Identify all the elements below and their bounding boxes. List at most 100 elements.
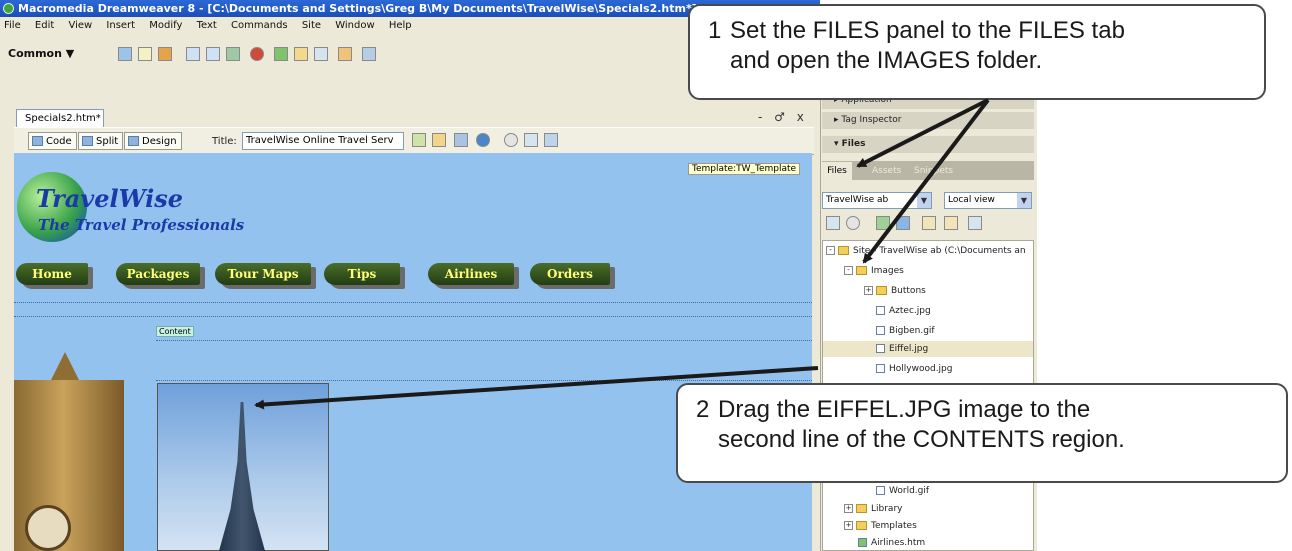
- title-label: Title:: [212, 136, 237, 147]
- nav-airlines-button[interactable]: Airlines: [428, 263, 514, 285]
- hyperlink-icon[interactable]: [118, 47, 132, 61]
- expand-icon[interactable]: +: [844, 521, 853, 530]
- expand-panel-icon[interactable]: [968, 216, 982, 230]
- tree-file-world[interactable]: World.gif: [876, 483, 929, 499]
- tab-snippets[interactable]: Snippets: [914, 162, 953, 180]
- view-options-icon[interactable]: [524, 133, 538, 147]
- preview-icon[interactable]: [432, 133, 446, 147]
- nav-tour-maps-button[interactable]: Tour Maps: [215, 263, 311, 285]
- content-region-tag: Content: [156, 326, 194, 337]
- layout-guide-line: [156, 380, 812, 381]
- tree-file-aztec[interactable]: Aztec.jpg: [876, 303, 931, 319]
- menu-insert[interactable]: Insert: [106, 20, 135, 31]
- site-tagline: The Travel Professionals: [38, 216, 245, 234]
- callout-1-line-1: Set the FILES panel to the FILES tab: [730, 17, 1125, 44]
- callout-2-line-2: second line of the CONTENTS region.: [718, 426, 1125, 453]
- callout-1-line-2: and open the IMAGES folder.: [730, 47, 1043, 74]
- get-files-icon[interactable]: [876, 216, 890, 230]
- refresh-icon[interactable]: [504, 133, 518, 147]
- menu-modify[interactable]: Modify: [149, 20, 182, 31]
- visual-aids-icon[interactable]: [544, 133, 558, 147]
- dreamweaver-logo-icon: [3, 3, 14, 14]
- callout-step-2: 2 Drag the EIFFEL.JPG image to the second…: [676, 383, 1288, 483]
- nav-packages-button[interactable]: Packages: [116, 263, 200, 285]
- code-view-button[interactable]: Code: [28, 132, 77, 150]
- check-out-icon[interactable]: [922, 216, 936, 230]
- tree-file-hollywood[interactable]: Hollywood.jpg: [876, 361, 952, 377]
- tree-folder-templates[interactable]: + Templates: [844, 518, 917, 534]
- menu-edit[interactable]: Edit: [35, 20, 54, 31]
- page-title-input[interactable]: TravelWise Online Travel Serv: [242, 132, 404, 150]
- files-panel-header[interactable]: ▾ Files: [822, 136, 1034, 153]
- collapse-icon[interactable]: -: [826, 246, 835, 255]
- window-controls[interactable]: - ♂ x: [758, 110, 808, 124]
- folder-icon: [838, 246, 849, 255]
- tree-file-eiffel-selected[interactable]: Eiffel.jpg: [823, 341, 1033, 357]
- media-icon[interactable]: [250, 47, 264, 61]
- date-icon[interactable]: [274, 47, 288, 61]
- tree-file-bigben[interactable]: Bigben.gif: [876, 323, 935, 339]
- menu-file[interactable]: File: [4, 20, 21, 31]
- view-select[interactable]: Local view ▼: [944, 192, 1032, 209]
- tag-inspector-panel-header[interactable]: ▸ Tag Inspector: [822, 112, 1034, 129]
- menu-help[interactable]: Help: [389, 20, 412, 31]
- design-icon: [128, 136, 139, 146]
- server-side-include-icon[interactable]: [294, 47, 308, 61]
- chevron-down-icon: ▼: [1017, 193, 1031, 208]
- clock-face: [25, 505, 71, 551]
- nav-orders-button[interactable]: Orders: [530, 263, 610, 285]
- window-title: Macromedia Dreamweaver 8 - [C:\Documents…: [18, 2, 697, 15]
- connect-icon[interactable]: [826, 216, 840, 230]
- image-file-icon: [876, 344, 885, 353]
- nav-tips-button[interactable]: Tips: [324, 263, 400, 285]
- callout-step-1: 1 Set the FILES panel to the FILES tab an…: [688, 4, 1266, 100]
- expand-icon[interactable]: +: [844, 504, 853, 513]
- refresh-icon[interactable]: [846, 216, 860, 230]
- template-tag: Template:TW_Template: [688, 163, 801, 175]
- tree-folder-images[interactable]: - Images: [844, 263, 904, 279]
- step-number: 2: [696, 396, 710, 423]
- browser-check-icon[interactable]: [476, 133, 490, 147]
- chevron-down-icon: ▼: [917, 193, 931, 208]
- insert-category-select[interactable]: Common ▼: [8, 47, 74, 60]
- tab-files[interactable]: Files: [822, 162, 852, 180]
- menu-window[interactable]: Window: [335, 20, 374, 31]
- split-view-button[interactable]: Split: [78, 132, 124, 150]
- layer-icon[interactable]: [206, 47, 220, 61]
- site-logo-text: TravelWise: [36, 184, 184, 213]
- menu-view[interactable]: View: [68, 20, 92, 31]
- nav-home-button[interactable]: Home: [16, 263, 88, 285]
- named-anchor-icon[interactable]: [158, 47, 172, 61]
- document-tab[interactable]: Specials2.htm*: [16, 109, 104, 127]
- site-select[interactable]: TravelWise ab ▼: [822, 192, 932, 209]
- step-number: 1: [708, 17, 722, 44]
- menu-text[interactable]: Text: [197, 20, 217, 31]
- split-icon: [82, 136, 93, 146]
- menu-site[interactable]: Site: [302, 20, 321, 31]
- folder-icon: [856, 266, 867, 275]
- templates-icon[interactable]: [338, 47, 352, 61]
- tree-folder-buttons[interactable]: + Buttons: [864, 283, 926, 299]
- expand-icon[interactable]: +: [864, 286, 873, 295]
- comment-icon[interactable]: [314, 47, 328, 61]
- file-management-icon[interactable]: [412, 133, 426, 147]
- image-file-icon: [876, 326, 885, 335]
- email-link-icon[interactable]: [138, 47, 152, 61]
- tree-root-site[interactable]: - Site - TravelWise ab (C:\Documents an: [826, 243, 1026, 259]
- check-in-icon[interactable]: [944, 216, 958, 230]
- callout-2-line-1: Drag the EIFFEL.JPG image to the: [718, 396, 1091, 423]
- image-icon[interactable]: [226, 47, 240, 61]
- debug-icon[interactable]: [454, 133, 468, 147]
- folder-icon: [876, 286, 887, 295]
- tree-folder-library[interactable]: + Library: [844, 501, 902, 517]
- collapse-icon[interactable]: -: [844, 266, 853, 275]
- tree-file-airlines[interactable]: Airlines.htm: [858, 535, 925, 551]
- table-icon[interactable]: [186, 47, 200, 61]
- document-toolbar: Code Split Design Title: TravelWise Onli…: [14, 127, 814, 155]
- put-files-icon[interactable]: [896, 216, 910, 230]
- code-icon: [32, 136, 43, 146]
- tab-assets[interactable]: Assets: [872, 162, 901, 180]
- design-view-button[interactable]: Design: [124, 132, 182, 150]
- tag-chooser-icon[interactable]: [362, 47, 376, 61]
- menu-commands[interactable]: Commands: [231, 20, 288, 31]
